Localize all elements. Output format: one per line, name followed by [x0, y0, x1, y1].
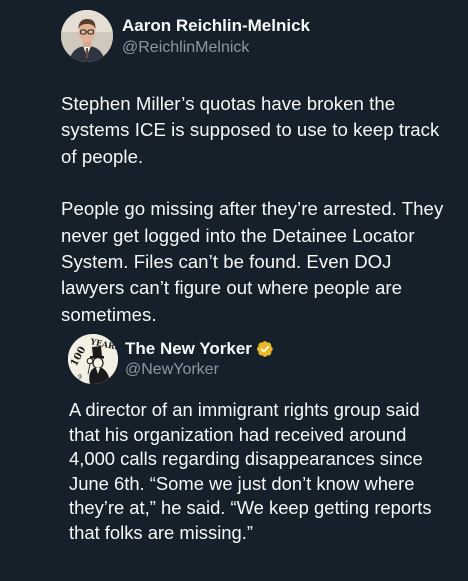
author-handle[interactable]: @ReichlinMelnick	[122, 38, 310, 58]
tweet-paragraph: Stephen Miller’s quotas have broken the …	[61, 93, 440, 167]
quoted-name[interactable]: The New Yorker	[125, 338, 252, 360]
quoted-handle[interactable]: @NewYorker	[125, 360, 274, 380]
svg-text:9: 9	[78, 374, 82, 381]
tweet-text: Stephen Miller’s quotas have broken the …	[61, 91, 456, 328]
verified-badge-icon	[256, 340, 274, 358]
eustace-tilley-logo-icon: 100 YEARS 9	[68, 334, 118, 384]
tweet-paragraph: People go missing after they’re arrested…	[61, 198, 444, 325]
author-avatar[interactable]	[61, 10, 113, 62]
quoted-name-row: The New Yorker	[125, 338, 274, 360]
quoted-avatar[interactable]: 100 YEARS 9	[68, 334, 118, 384]
quoted-text: A director of an immigrant rights group …	[69, 399, 432, 543]
quoted-tweet[interactable]: 100 YEARS 9 The New Yorker @NewYorker A …	[61, 334, 456, 546]
author-info: Aaron Reichlin-Melnick @ReichlinMelnick	[122, 15, 310, 58]
person-avatar-icon	[61, 10, 113, 62]
tweet-header: Aaron Reichlin-Melnick @ReichlinMelnick	[61, 10, 310, 62]
quoted-author-info: The New Yorker @NewYorker	[125, 338, 274, 380]
quoted-header: 100 YEARS 9 The New Yorker @NewYorker	[68, 334, 456, 384]
author-name[interactable]: Aaron Reichlin-Melnick	[122, 15, 310, 37]
tweet: Aaron Reichlin-Melnick @ReichlinMelnick …	[0, 0, 468, 581]
